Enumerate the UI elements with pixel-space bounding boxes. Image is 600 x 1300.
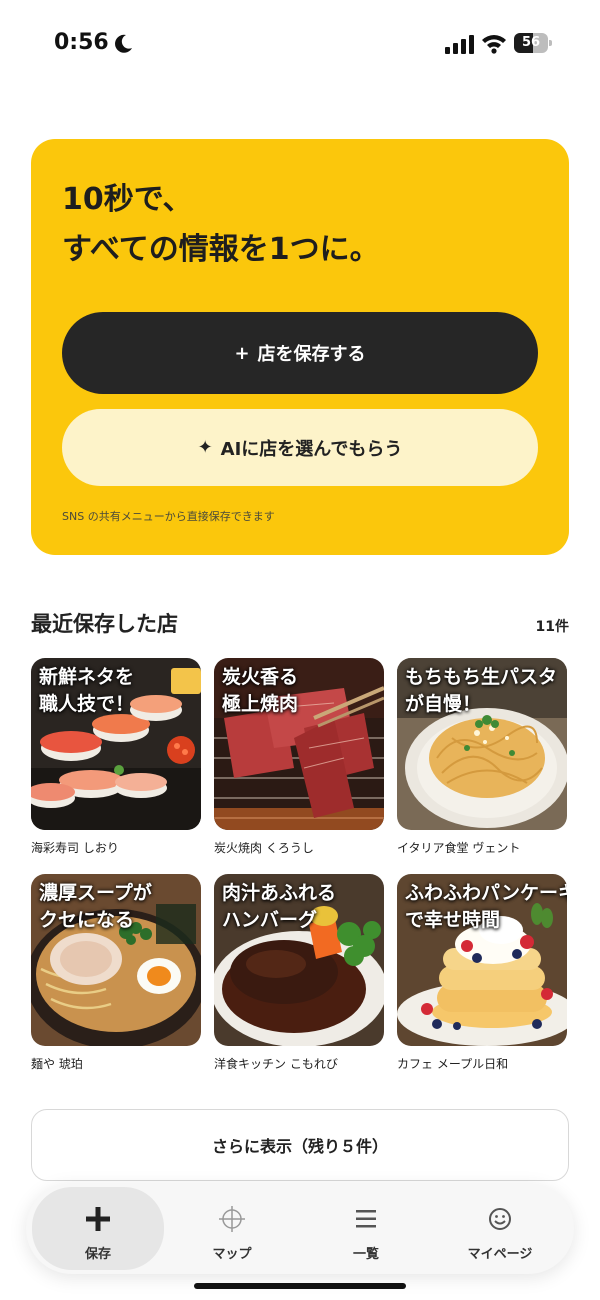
nav-item-map[interactable]: マップ	[166, 1187, 298, 1270]
plus-icon	[86, 1207, 110, 1231]
shop-caption-line1: 濃厚スープが	[39, 882, 152, 904]
shop-name: 洋食キッチン こもれび	[214, 1057, 338, 1071]
shop-caption: 濃厚スープが クセになる	[39, 880, 152, 934]
shop-name: イタリア食堂 ヴェント	[397, 841, 521, 855]
recent-section-header: 最近保存した店 11件	[31, 608, 569, 640]
save-shop-button[interactable]: + 店を保存する	[62, 312, 538, 394]
shop-caption: 炭火香る 極上焼肉	[222, 664, 298, 718]
shop-card[interactable]: もちもち生パスタ が自慢！ イタリア食堂 ヴェント	[397, 658, 567, 856]
shop-caption-line2: 極上焼肉	[222, 693, 299, 715]
shop-name: 炭火焼肉 くろうし	[214, 841, 314, 855]
hero-title: 10秒で、 すべての情報を1つに。	[62, 175, 380, 275]
nav-label: 一覧	[352, 1247, 379, 1262]
nav-label: 保存	[84, 1247, 111, 1262]
shop-card[interactable]: 新鮮ネタを 職人技で！ 海彩寿司 しおり	[31, 658, 201, 856]
shop-name: 麺や 琥珀	[31, 1057, 83, 1071]
shop-caption-line1: もちもち生パスタ	[405, 666, 558, 688]
list-icon	[356, 1210, 376, 1228]
shop-caption-line2: 職人技で！	[39, 693, 135, 715]
nav-item-list[interactable]: 一覧	[300, 1187, 432, 1270]
shop-caption: もちもち生パスタ が自慢！	[405, 664, 557, 718]
ai-recommend-label: AIに店を選んでもらう	[220, 438, 403, 460]
share-hint-text: SNS の共有メニューから直接保存できます	[62, 510, 275, 523]
shop-caption-line2: が自慢！	[405, 693, 482, 715]
shop-caption-line2: ハンバーグ	[222, 909, 318, 931]
bottom-nav: 保存 マップ 一覧 マイページ	[26, 1183, 574, 1274]
nav-label: マップ	[212, 1247, 252, 1262]
home-indicator	[194, 1283, 406, 1289]
ai-recommend-button[interactable]: ✦ AIに店を選んでもらう	[62, 409, 538, 486]
shop-card[interactable]: 濃厚スープが クセになる 麺や 琥珀	[31, 874, 201, 1072]
recent-section-title: 最近保存した店	[31, 612, 178, 636]
nav-label: マイページ	[467, 1247, 533, 1262]
shop-caption: 新鮮ネタを 職人技で！	[39, 664, 134, 718]
shop-name: 海彩寿司 しおり	[31, 841, 119, 855]
save-shop-label: 店を保存する	[257, 344, 366, 365]
shop-thumbnail: 濃厚スープが クセになる	[31, 874, 201, 1046]
shop-caption-line2: クセになる	[39, 909, 135, 931]
hero-card: 10秒で、 すべての情報を1つに。 + 店を保存する ✦ AIに店を選んでもらう…	[31, 139, 569, 555]
saved-count: 11件	[535, 619, 569, 635]
crosshair-icon	[219, 1206, 245, 1232]
battery-body: 56	[514, 33, 548, 53]
smile-icon	[489, 1208, 511, 1230]
shop-card[interactable]: 肉汁あふれる ハンバーグ 洋食キッチン こもれび	[214, 874, 384, 1072]
shop-card[interactable]: ふわふわパンケーキ で幸せ時間 カフェ メープル日和	[397, 874, 567, 1072]
shop-caption-line1: 炭火香る	[222, 666, 299, 688]
hero-title-line2: すべての情報を1つに。	[62, 232, 380, 267]
nav-item-mypage[interactable]: マイページ	[434, 1187, 566, 1270]
moon-icon	[115, 34, 132, 53]
shop-caption: 肉汁あふれる ハンバーグ	[222, 880, 336, 934]
wifi-icon	[482, 35, 506, 54]
shop-card[interactable]: 炭火香る 極上焼肉 炭火焼肉 くろうし	[214, 658, 384, 856]
shop-thumbnail: 新鮮ネタを 職人技で！	[31, 658, 201, 830]
shop-caption-line1: ふわふわパンケーキ	[405, 882, 567, 904]
show-more-button[interactable]: さらに表示（残り５件）	[31, 1109, 569, 1181]
shop-caption-line2: で幸せ時間	[405, 909, 501, 931]
shop-thumbnail: ふわふわパンケーキ で幸せ時間	[397, 874, 567, 1046]
shop-name: カフェ メープル日和	[397, 1057, 509, 1071]
battery-percentage: 56	[521, 35, 541, 50]
shop-caption: ふわふわパンケーキ で幸せ時間	[405, 880, 567, 934]
status-bar: 0:56 56	[0, 0, 600, 90]
shop-caption-line1: 新鮮ネタを	[39, 666, 135, 688]
shop-thumbnail: 肉汁あふれる ハンバーグ	[214, 874, 384, 1046]
shop-thumbnail: 炭火香る 極上焼肉	[214, 658, 384, 830]
shop-caption-line1: 肉汁あふれる	[222, 882, 337, 904]
cellular-signal-icon	[445, 35, 474, 54]
nav-item-save[interactable]: 保存	[32, 1187, 164, 1270]
sparkle-icon: ✦	[197, 437, 213, 458]
status-time: 0:56	[54, 30, 109, 55]
battery-cap	[549, 40, 552, 46]
shop-thumbnail: もちもち生パスタ が自慢！	[397, 658, 567, 830]
plus-icon: +	[234, 342, 250, 364]
battery-indicator: 56	[514, 33, 552, 53]
hero-title-line1: 10秒で、	[62, 182, 193, 217]
